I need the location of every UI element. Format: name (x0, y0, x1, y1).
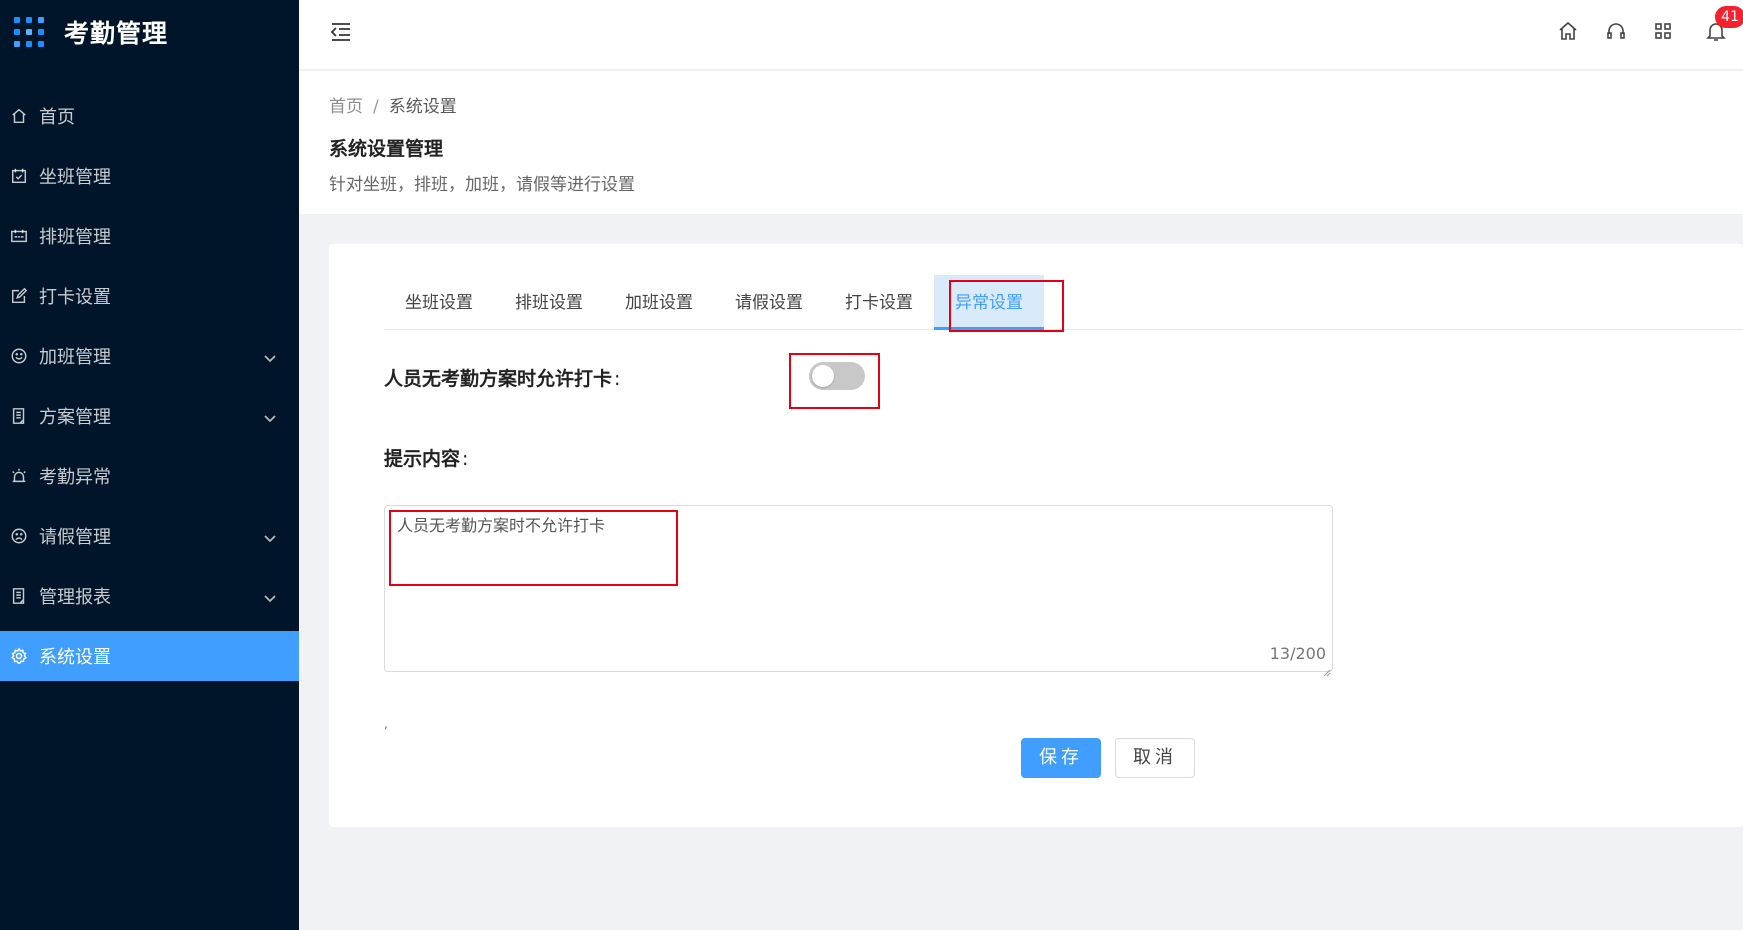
sidebar-item-label: 管理报表 (39, 587, 111, 608)
tab-overtime-settings[interactable]: 加班设置 (604, 275, 714, 330)
sidebar-item-reports[interactable]: 管理报表 (0, 571, 299, 621)
sidebar-item-label: 坐班管理 (39, 167, 111, 188)
sidebar-item-label: 排班管理 (39, 227, 111, 248)
sidebar-item-scheduling[interactable]: 排班管理 (0, 211, 299, 261)
sidebar-item-label: 方案管理 (39, 407, 111, 428)
settings-card: 坐班设置 排班设置 加班设置 请假设置 打卡设置 异常设置 人员无考勤方案时允许… (329, 244, 1743, 827)
grid-icon[interactable] (1652, 20, 1674, 42)
page-title: 系统设置管理 (329, 138, 444, 160)
document-icon (9, 406, 29, 426)
allow-punch-label-text: 人员无考勤方案时允许打卡 (384, 368, 613, 390)
breadcrumb-separator: / (373, 97, 379, 117)
home-icon[interactable] (1557, 20, 1579, 42)
allow-punch-label: 人员无考勤方案时允许打卡: (384, 364, 620, 391)
notification-badge: 41 (1715, 6, 1743, 28)
sidebar-item-label: 打卡设置 (39, 287, 111, 308)
page-header: 首页 / 系统设置 系统设置管理 针对坐班，排班，加班，请假等进行设置 (299, 71, 1743, 214)
switch-knob (812, 365, 834, 387)
top-header: 41 (299, 0, 1743, 70)
tab-exception-settings[interactable]: 异常设置 (934, 275, 1044, 330)
tip-content-label-text: 提示内容 (384, 448, 461, 470)
gear-icon (9, 646, 29, 666)
tab-punch-settings[interactable]: 打卡设置 (824, 275, 934, 330)
chevron-down-icon (263, 589, 277, 603)
sidebar-item-plans[interactable]: 方案管理 (0, 391, 299, 441)
edit-icon (9, 286, 29, 306)
tip-content-label: 提示内容: (384, 444, 468, 471)
frown-icon (9, 526, 29, 546)
chevron-down-icon (263, 409, 277, 423)
document-icon (9, 586, 29, 606)
alarm-icon (9, 466, 29, 486)
bell-icon[interactable]: 41 (1705, 6, 1743, 42)
allow-punch-switch[interactable] (809, 362, 865, 390)
tab-leave-settings[interactable]: 请假设置 (714, 275, 824, 330)
sidebar: 考勤管理 首页 坐班管理 排班管理 打卡设置 加班管理 方案管理 考勤异常 请假… (0, 0, 299, 930)
chevron-down-icon (263, 529, 277, 543)
sidebar-item-label: 首页 (39, 107, 75, 128)
cancel-button[interactable]: 取消 (1115, 738, 1195, 778)
tab-scheduling-settings[interactable]: 排班设置 (494, 275, 604, 330)
app-logo[interactable]: 考勤管理 (14, 14, 168, 50)
label-colon: : (614, 368, 621, 390)
sidebar-menu: 首页 坐班管理 排班管理 打卡设置 加班管理 方案管理 考勤异常 请假管理 管理… (0, 91, 299, 691)
sidebar-item-label: 考勤异常 (39, 467, 111, 488)
resize-grip-icon[interactable] (1323, 662, 1331, 677)
tab-shift-settings[interactable]: 坐班设置 (384, 275, 494, 330)
breadcrumb: 首页 / 系统设置 (329, 92, 457, 117)
headset-icon[interactable] (1605, 20, 1627, 42)
chevron-down-icon (263, 349, 277, 363)
stray-mark: , (384, 717, 388, 731)
menu-collapse-icon[interactable] (329, 20, 353, 44)
tip-content-field: 人员无考勤方案时不允许打卡 13/200 (384, 505, 1333, 677)
sidebar-item-home[interactable]: 首页 (0, 91, 299, 141)
app-title: 考勤管理 (64, 19, 169, 48)
sidebar-item-leave[interactable]: 请假管理 (0, 511, 299, 561)
app-grid-icon (14, 17, 44, 47)
calendar-icon (9, 226, 29, 246)
sidebar-item-system-settings[interactable]: 系统设置 (0, 631, 299, 681)
sidebar-item-punch-settings[interactable]: 打卡设置 (0, 271, 299, 321)
sidebar-item-label: 系统设置 (39, 647, 111, 668)
sidebar-item-label: 加班管理 (39, 347, 111, 368)
tip-content-textarea[interactable]: 人员无考勤方案时不允许打卡 (397, 512, 1317, 642)
calendar-check-icon (9, 166, 29, 186)
home-icon (9, 106, 29, 126)
page-description: 针对坐班，排班，加班，请假等进行设置 (329, 175, 635, 195)
label-colon: : (462, 448, 469, 470)
save-button[interactable]: 保存 (1021, 738, 1101, 778)
char-counter: 13/200 (1269, 644, 1326, 663)
breadcrumb-current: 系统设置 (388, 97, 457, 117)
smile-icon (9, 346, 29, 366)
sidebar-item-overtime[interactable]: 加班管理 (0, 331, 299, 381)
sidebar-item-label: 请假管理 (39, 527, 111, 548)
sidebar-item-exceptions[interactable]: 考勤异常 (0, 451, 299, 501)
breadcrumb-home[interactable]: 首页 (329, 97, 363, 117)
settings-tabs: 坐班设置 排班设置 加班设置 请假设置 打卡设置 异常设置 (384, 275, 1743, 330)
sidebar-item-attendance-shift[interactable]: 坐班管理 (0, 151, 299, 201)
